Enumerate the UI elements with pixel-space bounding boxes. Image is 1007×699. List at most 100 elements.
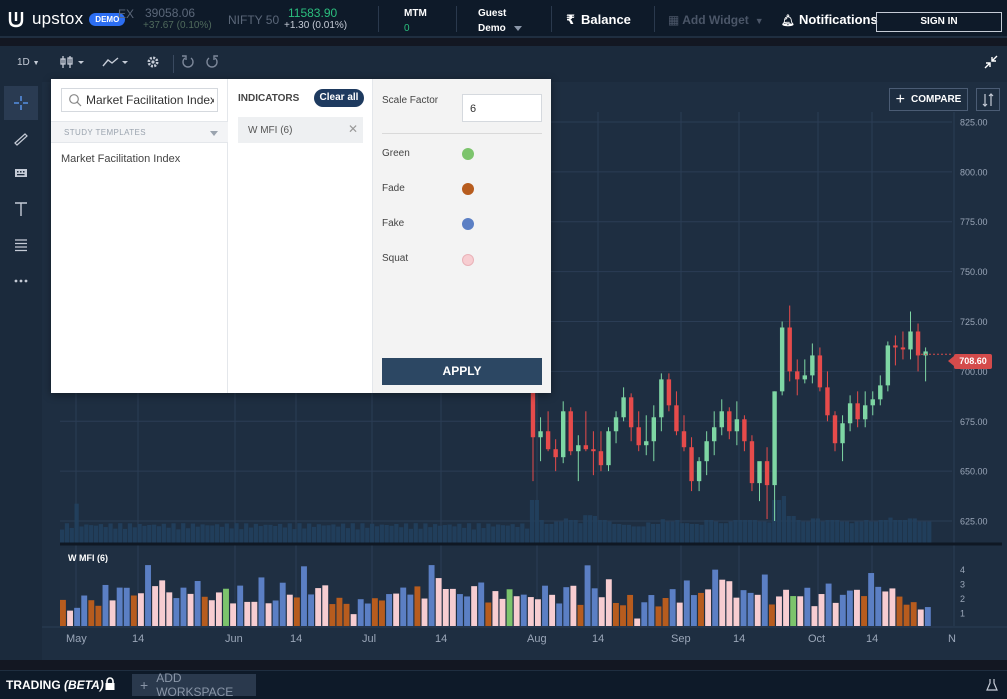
volume-bar <box>781 496 787 544</box>
nifty-name[interactable]: NIFTY 50 <box>228 13 279 27</box>
lab-flask-button[interactable] <box>986 678 998 697</box>
undo-button[interactable] <box>181 55 195 72</box>
draw-line-button[interactable] <box>102 55 130 72</box>
volume-bar <box>321 525 326 544</box>
chevron-down-icon[interactable] <box>514 26 522 31</box>
notifications-button[interactable]: 🔔︎ Notifications <box>781 12 878 27</box>
volume-bar <box>496 524 501 544</box>
mfi-bar <box>123 587 130 626</box>
keyboard-tool[interactable] <box>10 162 32 184</box>
volume-bar <box>132 527 137 544</box>
volume-bar <box>384 524 389 544</box>
volume-bar <box>156 526 162 544</box>
clear-all-button[interactable]: Clear all <box>314 89 364 107</box>
mfi-bar <box>598 597 605 626</box>
mfi-bar <box>705 589 712 626</box>
lines-tool[interactable] <box>10 234 32 256</box>
mfi-bar <box>612 602 619 626</box>
mfi-bar <box>88 600 95 626</box>
indicator-search[interactable] <box>61 88 218 112</box>
mfi-bar <box>641 602 648 626</box>
volume-bar <box>486 523 491 544</box>
volume-bar <box>573 520 578 544</box>
candle-body <box>689 447 694 482</box>
volume-bar <box>297 523 302 544</box>
candle-body <box>712 427 717 442</box>
mfi-bar <box>818 594 825 626</box>
candle-body <box>666 379 672 406</box>
redo-button[interactable] <box>205 55 219 72</box>
crosshair-tool[interactable] <box>4 86 38 120</box>
scale-factor-input[interactable]: 6 <box>462 94 542 122</box>
mfi-bar <box>265 603 272 626</box>
volume-bar <box>161 523 166 544</box>
add-workspace-button[interactable]: + ADD WORKSPACE <box>132 671 256 699</box>
squat-color-swatch[interactable] <box>462 254 474 266</box>
y-axis-tick-label: 725.00 <box>960 317 988 327</box>
compare-button[interactable]: + COMPARE <box>889 88 968 111</box>
candle-body <box>545 431 551 450</box>
volume-bar <box>340 523 346 544</box>
volume-bar <box>544 524 549 544</box>
lock-button[interactable] <box>104 677 116 696</box>
beta-label: (BETA) <box>64 678 104 692</box>
x-axis-tick-label: 14 <box>866 633 878 645</box>
green-color-swatch[interactable] <box>462 148 474 160</box>
scale-toggle-button[interactable] <box>976 88 1000 111</box>
mfi-bar <box>605 579 612 626</box>
guest-menu[interactable]: Demo <box>478 23 506 34</box>
text-tool[interactable] <box>10 198 32 220</box>
volume-bar <box>801 521 806 544</box>
study-result-item[interactable]: Market Facilitation Index <box>61 153 180 165</box>
mfi-bar <box>556 603 563 626</box>
mfi-bar <box>832 602 839 626</box>
mfi-bar <box>130 595 137 626</box>
fake-color-swatch[interactable] <box>462 218 474 230</box>
mfi-bar <box>839 594 846 626</box>
sub-indicator-label[interactable]: W MFI (6) <box>68 553 108 563</box>
candle-body <box>870 399 875 406</box>
add-widget-button[interactable]: ▦ Add Widget ▼ <box>668 13 764 27</box>
mfi-bar <box>910 602 917 626</box>
sign-in-button[interactable]: SIGN IN <box>876 12 1002 32</box>
interval-selector[interactable]: 1D ▼ <box>17 57 40 68</box>
active-indicator-item[interactable]: W MFI (6) ✕ <box>238 117 363 143</box>
balance-button[interactable]: ₹ Balance <box>566 12 631 28</box>
apply-button[interactable]: APPLY <box>382 358 542 385</box>
volume-bar <box>491 526 496 544</box>
mfi-bar <box>726 581 733 626</box>
interval-label: 1D <box>17 57 30 68</box>
sensex-name[interactable]: EX <box>118 7 134 21</box>
header-divider <box>654 6 655 32</box>
mfi-bar <box>386 594 393 626</box>
more-tools[interactable] <box>10 270 32 292</box>
volume-bar <box>864 520 869 544</box>
balance-label: Balance <box>581 12 631 27</box>
volume-bar <box>859 521 864 544</box>
candle-type-button[interactable] <box>60 55 86 72</box>
fade-color-swatch[interactable] <box>462 183 474 195</box>
volume-bar <box>791 516 796 544</box>
candle-body <box>878 385 883 400</box>
redo-icon <box>206 55 218 68</box>
header-divider <box>551 6 552 32</box>
volume-bar <box>365 527 370 544</box>
trading-tab[interactable]: TRADING (BETA) <box>6 678 104 692</box>
search-input[interactable] <box>86 93 214 107</box>
close-icon[interactable]: ✕ <box>348 122 358 136</box>
volume-bar <box>113 528 118 544</box>
settings-button[interactable] <box>146 55 160 72</box>
pencil-tool[interactable] <box>10 127 32 149</box>
candle-body <box>915 331 921 356</box>
volume-bar <box>403 523 409 544</box>
volume-bar <box>263 524 268 544</box>
drawing-tools-sidebar <box>0 82 42 660</box>
mfi-bar <box>811 606 818 626</box>
volume-bar <box>389 525 394 544</box>
study-templates-dropdown[interactable]: STUDY TEMPLATES <box>51 121 228 143</box>
mfi-bar <box>783 589 790 626</box>
mfi-bar <box>286 594 293 626</box>
upstox-logo[interactable]: upstox DEMO <box>6 9 126 29</box>
collapse-button[interactable] <box>984 55 998 72</box>
volume-bar <box>510 524 515 544</box>
